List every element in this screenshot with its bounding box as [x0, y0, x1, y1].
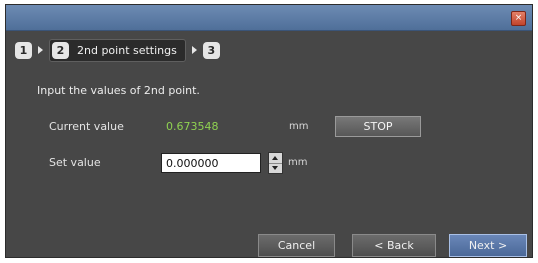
step-indicator: 1 2 2nd point settings 3	[15, 38, 220, 62]
step-2-badge: 2	[52, 41, 69, 59]
step-2-active: 2 2nd point settings	[49, 38, 186, 62]
instruction-text: Input the values of 2nd point.	[37, 84, 200, 97]
step-arrow-icon	[38, 46, 43, 54]
back-button[interactable]: < Back	[352, 234, 436, 257]
set-value-spinner[interactable]	[268, 152, 283, 174]
title-bar[interactable]: ×	[6, 5, 532, 31]
wizard-dialog: × 1 2 2nd point settings 3 Input the val…	[5, 4, 533, 258]
step-1-badge: 1	[15, 41, 32, 59]
set-value-unit: mm	[288, 157, 308, 168]
cancel-button[interactable]: Cancel	[258, 234, 335, 257]
step-2-label: 2nd point settings	[77, 43, 177, 57]
step-3-badge: 3	[202, 41, 220, 59]
step-arrow-icon	[191, 46, 197, 54]
close-button[interactable]: ×	[511, 11, 526, 26]
set-value-label: Set value	[49, 156, 101, 169]
set-value-input[interactable]	[161, 153, 261, 173]
stop-button[interactable]: STOP	[335, 116, 421, 137]
next-button[interactable]: Next >	[449, 234, 527, 257]
close-icon: ×	[514, 13, 523, 23]
spin-down-icon[interactable]	[269, 163, 282, 173]
current-value-unit: mm	[289, 121, 309, 132]
current-value-readout: 0.673548	[166, 120, 219, 133]
current-value-label: Current value	[49, 120, 124, 133]
